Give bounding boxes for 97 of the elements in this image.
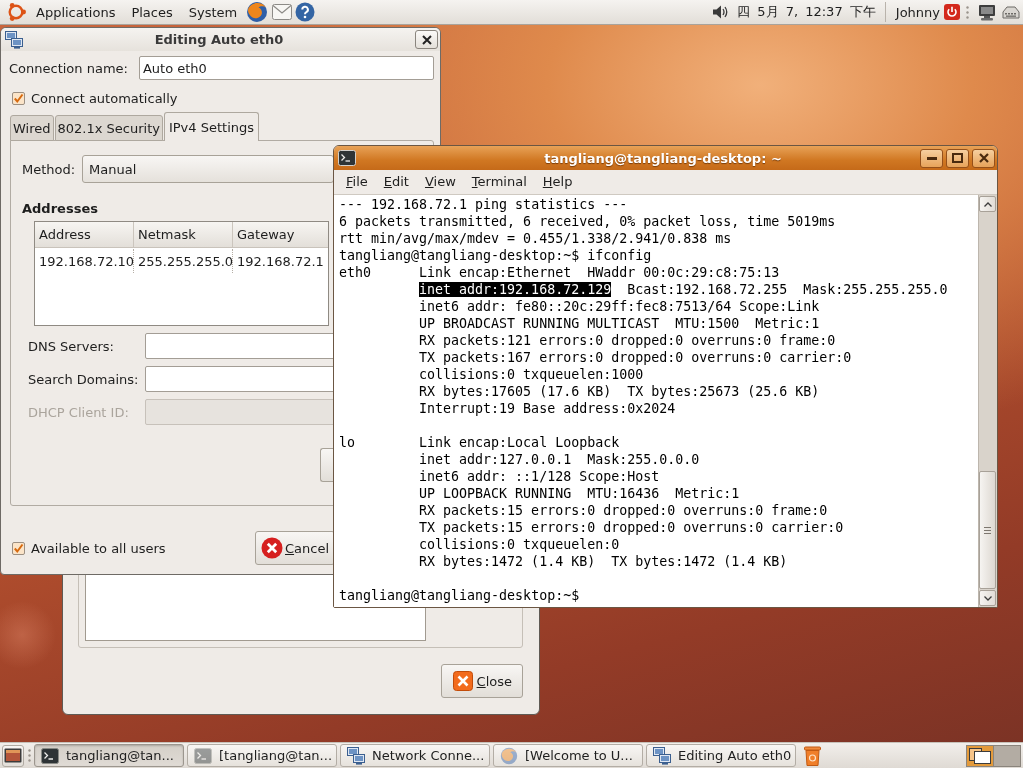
globe-icon[interactable]	[246, 1, 269, 23]
close-icon	[978, 153, 989, 163]
input-field[interactable]	[145, 333, 335, 359]
maximize-button[interactable]	[946, 148, 969, 168]
window-title: Editing Auto eth0	[153, 32, 285, 47]
terminal-line: collisions:0 txqueuelen:1000	[419, 367, 644, 382]
field-label: Method:	[22, 161, 77, 177]
terminal-line: UP LOOPBACK RUNNING MTU:16436 Metric:1	[419, 486, 740, 501]
grip-icon[interactable]	[966, 5, 969, 19]
field-label: DNS Servers:	[28, 338, 115, 354]
taskbar-button[interactable]: [Welcome to U...	[493, 744, 643, 767]
taskbar-button[interactable]: Editing Auto eth0	[646, 744, 796, 767]
monitors-icon	[5, 30, 23, 49]
scroll-up-button[interactable]	[979, 196, 996, 212]
desktop-icon	[4, 748, 22, 763]
terminal-line: UP BROADCAST RUNNING MULTICAST MTU:1500 Metric:1	[419, 316, 820, 331]
interface-name: lo	[339, 435, 355, 450]
user-name[interactable]: Johnny	[895, 4, 940, 20]
input-field[interactable]	[145, 366, 335, 392]
terminal-line: inet6 addr: fe80::20c:29ff:fec8:7513/64 Scope:Link	[419, 299, 820, 314]
field-label: DHCP Client ID:	[28, 404, 130, 420]
terminal-line: 6 packets transmitted, 6 received, 0% packet loss, time 5019ms	[339, 214, 836, 229]
tab[interactable]: 802.1x Security	[54, 115, 163, 141]
cancel-button[interactable]: Cancel	[255, 531, 335, 565]
terminal-line: inet addr:127.0.0.1 Mask:255.0.0.0	[419, 452, 700, 467]
table-cell-text: 192.168.72.1	[236, 252, 325, 271]
connection-name-field[interactable]: Auto eth0	[138, 56, 434, 80]
terminal-line: TX packets:167 errors:0 dropped:0 overruns:0 carrier:0	[419, 350, 852, 365]
interface-name: eth0	[339, 265, 372, 280]
close-button[interactable]	[415, 30, 438, 49]
terminal-line: tangliang@tangliang-desktop:~$	[339, 588, 580, 603]
terminal-line: Interrupt:19 Base address:0x2024	[419, 401, 676, 416]
terminal-line: --- 192.168.72.1 ping statistics ---	[339, 197, 628, 212]
terminal-line: RX packets:121 errors:0 dropped:0 overruns:0 frame:0	[419, 333, 836, 348]
trash-icon[interactable]	[804, 745, 821, 766]
section-heading: Addresses	[22, 200, 98, 218]
maximize-icon	[952, 153, 963, 163]
terminal-line: RX bytes:1472 (1.4 KB) TX bytes:1472 (1.4 KB)	[419, 554, 788, 569]
minimize-icon	[926, 156, 937, 160]
terminal-line: Link encap:Ethernet HWaddr 00:0c:29:c8:75:13	[419, 265, 780, 280]
cancel-icon	[261, 537, 283, 559]
table-cell: 192.168.72.10	[35, 249, 134, 273]
terminal-line: collisions:0 txqueuelen:0	[419, 537, 620, 552]
column-header[interactable]: Netmask	[134, 222, 233, 247]
workspace[interactable]	[967, 745, 993, 766]
close-icon	[421, 34, 432, 45]
keyboard-icon[interactable]	[1002, 5, 1020, 19]
taskbar-button[interactable]: [tangliang@tan...	[187, 744, 337, 767]
checkbox-label[interactable]: Available to all users	[31, 540, 166, 556]
checkbox[interactable]	[12, 541, 25, 555]
terminal-line: rtt min/avg/max/mdev = 0.455/1.338/2.941/0.838 ms	[339, 231, 732, 246]
method-dropdown[interactable]: Manual	[82, 155, 334, 183]
minimize-button[interactable]	[920, 148, 943, 168]
checkbox-label[interactable]: Connect automatically	[31, 90, 178, 106]
column-header[interactable]: Address	[35, 222, 134, 247]
tab[interactable]: IPv4 Settings	[163, 112, 260, 141]
monitor-icon[interactable]	[978, 3, 996, 21]
terminal-icon[interactable]	[338, 150, 356, 166]
close-button[interactable]	[972, 148, 995, 168]
menu-item[interactable]: View	[416, 171, 464, 193]
panel-menu[interactable]: Applications	[29, 1, 123, 23]
speaker-icon[interactable]	[712, 4, 730, 20]
field-label: Search Domains:	[28, 371, 140, 387]
taskbar-button[interactable]: Network Conne...	[340, 744, 490, 767]
terminal-line: inet6 addr: ::1/128 Scope:Host	[419, 469, 660, 484]
scroll-down-button[interactable]	[979, 590, 996, 606]
menu-item[interactable]: Terminal	[463, 171, 535, 193]
windows-icon	[969, 747, 991, 764]
close-button[interactable]: Close	[440, 664, 523, 698]
menu-item[interactable]: Help	[534, 171, 581, 193]
help-icon[interactable]	[295, 2, 316, 22]
selected-text: inet addr:192.168.72.129	[419, 282, 612, 297]
terminal-line: Bcast:192.168.72.255 Mask:255.255.255.0	[627, 282, 948, 297]
scroll-thumb[interactable]	[979, 471, 996, 589]
terminal-line: tangliang@tangliang-desktop:~$ ifconfig	[339, 248, 652, 263]
tab[interactable]: Wired	[10, 115, 54, 141]
terminal-line: RX packets:15 errors:0 dropped:0 overruns:0 frame:0	[419, 503, 828, 518]
show-desktop-button[interactable]	[2, 744, 24, 767]
scrollbar[interactable]	[978, 195, 997, 607]
panel-menu[interactable]: System	[181, 1, 245, 23]
close-icon	[452, 671, 473, 691]
column-header[interactable]: Gateway	[233, 222, 328, 247]
clock[interactable]: 四 5月 7, 12:37 下午	[737, 3, 876, 21]
terminal-line: TX packets:15 errors:0 dropped:0 overruns:0 carrier:0	[419, 520, 844, 535]
menu-item[interactable]: File	[338, 171, 376, 193]
table-cell: 255.255.255.0	[134, 249, 233, 273]
grip-icon[interactable]	[28, 749, 31, 762]
checkbox[interactable]	[12, 91, 25, 105]
envelope-icon[interactable]	[272, 4, 293, 20]
terminal-line: RX bytes:17605 (17.6 KB) TX bytes:25673 (25.6 KB)	[419, 384, 820, 399]
taskbar-button[interactable]: tangliang@tan...	[34, 744, 184, 767]
field-label: Connection name:	[9, 60, 128, 76]
panel-menu[interactable]: Places	[124, 1, 180, 23]
terminal-line: Link encap:Local Loopback	[419, 435, 620, 450]
window-title: tangliang@tangliang-desktop: ~	[543, 150, 783, 166]
power-icon[interactable]	[944, 4, 960, 20]
menu-item[interactable]: Edit	[375, 171, 417, 193]
